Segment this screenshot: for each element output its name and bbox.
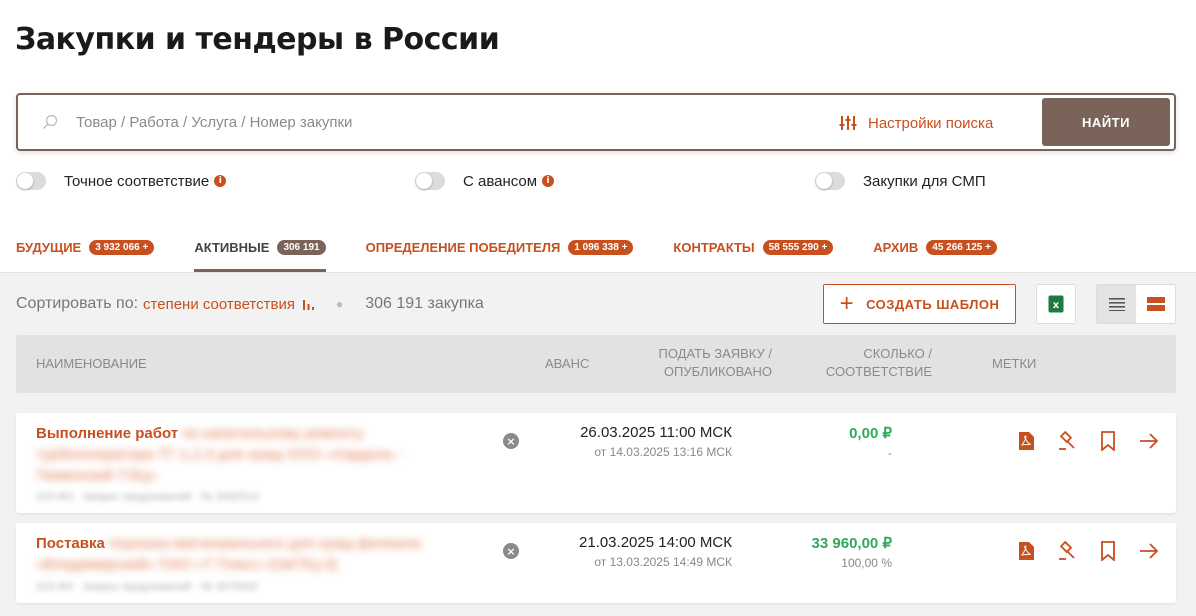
deadline: 26.03.2025 11:00 МСК bbox=[580, 424, 732, 441]
table-row[interactable]: Выполнение работ по капитальному ремонту… bbox=[16, 413, 1176, 513]
pdf-icon[interactable] bbox=[1016, 541, 1036, 561]
toggle-switch[interactable] bbox=[815, 172, 845, 190]
toggle-exact-match[interactable]: Точное соответствие i bbox=[16, 172, 227, 190]
sliders-icon bbox=[839, 116, 857, 130]
toggle-label: С авансом bbox=[463, 172, 538, 190]
toggle-switch[interactable] bbox=[415, 172, 445, 190]
search-bar: Настройки поиска НАЙТИ bbox=[16, 93, 1176, 151]
column-header-name[interactable]: НАИМЕНОВАНИЕ bbox=[36, 355, 147, 373]
price: 0,00 ₽ bbox=[849, 425, 892, 442]
count-badge: 3 932 066 + bbox=[89, 239, 155, 255]
toggle-advance[interactable]: С авансом i bbox=[415, 172, 555, 190]
arrow-right-icon[interactable] bbox=[1139, 541, 1159, 561]
match-percent: 100,00 % bbox=[841, 556, 892, 570]
tender-dates: 26.03.2025 11:00 МСК от 14.03.2025 13:16… bbox=[580, 424, 732, 459]
excel-icon: x bbox=[1048, 295, 1064, 313]
published-date: от 13.03.2025 14:49 МСК bbox=[594, 555, 732, 569]
info-icon[interactable]: i bbox=[214, 175, 227, 187]
separator-dot: ● bbox=[335, 297, 344, 311]
gavel-icon[interactable] bbox=[1057, 541, 1077, 561]
tender-title-visible: Поставка bbox=[36, 535, 105, 552]
sort-row: Сортировать по: степени соответствия ● 3… bbox=[16, 295, 484, 313]
create-template-button[interactable]: + СОЗДАТЬ ШАБЛОН bbox=[823, 284, 1016, 324]
tab-label: БУДУЩИЕ bbox=[16, 239, 82, 255]
tender-amount: 33 960,00 ₽ 100,00 % bbox=[812, 534, 892, 570]
search-settings-link[interactable]: Настройки поиска bbox=[838, 113, 993, 133]
no-advance-icon: × bbox=[503, 433, 519, 449]
sort-dropdown[interactable]: степени соответствия bbox=[143, 296, 314, 313]
results-area: Сортировать по: степени соответствия ● 3… bbox=[0, 272, 1196, 616]
arrow-right-icon[interactable] bbox=[1139, 431, 1159, 451]
published-date: от 14.03.2025 13:16 МСК bbox=[594, 445, 732, 459]
count-badge: 1 096 338 + bbox=[568, 239, 634, 255]
tab-active[interactable]: АКТИВНЫЕ 306 191 bbox=[194, 232, 326, 272]
search-settings-label: Настройки поиска bbox=[868, 114, 994, 132]
tender-title-visible: Выполнение работ bbox=[36, 425, 179, 442]
count-badge: 58 555 290 + bbox=[762, 239, 834, 255]
search-icon bbox=[43, 114, 58, 129]
tab-archive[interactable]: АРХИВ 45 266 125 + bbox=[873, 232, 997, 262]
column-header-amount[interactable]: СКОЛЬКО / СООТВЕТСТВИЕ bbox=[826, 345, 932, 381]
match-percent: - bbox=[888, 446, 892, 460]
tab-contracts[interactable]: КОНТРАКТЫ 58 555 290 + bbox=[673, 232, 834, 262]
tab-label: АКТИВНЫЕ bbox=[194, 239, 270, 255]
column-header-submit-line1: ПОДАТЬ ЗАЯВКУ / bbox=[658, 346, 773, 361]
toggle-switch[interactable] bbox=[16, 172, 46, 190]
no-advance-icon: × bbox=[503, 543, 519, 559]
svg-text:x: x bbox=[1053, 300, 1060, 311]
table-header: НАИМЕНОВАНИЕ АВАНС ПОДАТЬ ЗАЯВКУ / ОПУБЛ… bbox=[16, 335, 1176, 393]
sort-value: степени соответствия bbox=[143, 295, 295, 313]
list-icon bbox=[1108, 298, 1125, 311]
toggle-label: Точное соответствие bbox=[64, 172, 210, 190]
tender-dates: 21.03.2025 14:00 МСК от 13.03.2025 14:49… bbox=[579, 534, 732, 569]
view-toggle bbox=[1096, 284, 1176, 324]
status-tabs: БУДУЩИЕ 3 932 066 + АКТИВНЫЕ 306 191 ОПР… bbox=[16, 232, 1037, 272]
tender-title[interactable]: Выполнение работ по капитальному ремонту… bbox=[36, 423, 466, 486]
gavel-icon[interactable] bbox=[1057, 431, 1077, 451]
tab-winner-determination[interactable]: ОПРЕДЕЛЕНИЕ ПОБЕДИТЕЛЯ 1 096 338 + bbox=[366, 232, 634, 262]
count-badge: 306 191 bbox=[277, 239, 326, 255]
pdf-icon[interactable] bbox=[1016, 431, 1036, 451]
table-row[interactable]: Поставка порошка магнезиального для нужд… bbox=[16, 523, 1176, 603]
sort-bars-icon bbox=[302, 300, 314, 310]
search-input[interactable] bbox=[76, 107, 676, 137]
column-header-submit[interactable]: ПОДАТЬ ЗАЯВКУ / ОПУБЛИКОВАНО bbox=[659, 345, 773, 381]
tender-title[interactable]: Поставка порошка магнезиального для нужд… bbox=[36, 533, 466, 575]
deadline: 21.03.2025 14:00 МСК bbox=[578, 534, 732, 551]
tab-label: АРХИВ bbox=[873, 239, 919, 255]
tender-meta: 223-ФЗ · Запрос предложений · № 3075932 bbox=[36, 581, 259, 593]
toggle-smp[interactable]: Закупки для СМП bbox=[815, 172, 986, 190]
card-view-button[interactable] bbox=[1136, 285, 1175, 323]
toggle-label: Закупки для СМП bbox=[863, 172, 986, 190]
bookmark-icon[interactable] bbox=[1098, 541, 1118, 561]
find-button[interactable]: НАЙТИ bbox=[1042, 98, 1170, 146]
bookmark-icon[interactable] bbox=[1098, 431, 1118, 451]
count-badge: 45 266 125 + bbox=[926, 239, 997, 255]
price: 33 960,00 ₽ bbox=[811, 535, 892, 552]
column-header-advance: АВАНС bbox=[545, 356, 590, 371]
column-header-submit-line2: ОПУБЛИКОВАНО bbox=[663, 364, 772, 379]
tab-future[interactable]: БУДУЩИЕ 3 932 066 + bbox=[16, 232, 155, 262]
tender-meta: 223-ФЗ · Запрос предложений · № 3082514 bbox=[36, 491, 259, 503]
row-actions bbox=[1016, 431, 1159, 451]
plus-icon: + bbox=[839, 290, 855, 317]
excel-export-button[interactable]: x bbox=[1036, 284, 1076, 324]
column-header-amount-line1: СКОЛЬКО / bbox=[863, 346, 932, 361]
row-actions bbox=[1016, 541, 1159, 561]
sort-label: Сортировать по: bbox=[16, 295, 139, 312]
tender-amount: 0,00 ₽ - bbox=[849, 424, 892, 460]
result-count: 306 191 закупка bbox=[365, 295, 484, 312]
page-title: Закупки и тендеры в России bbox=[15, 22, 500, 57]
tab-label: КОНТРАКТЫ bbox=[673, 239, 755, 255]
info-icon[interactable]: i bbox=[542, 175, 555, 187]
column-header-amount-line2: СООТВЕТСТВИЕ bbox=[825, 364, 932, 379]
column-header-tags: МЕТКИ bbox=[992, 356, 1037, 371]
cards-icon bbox=[1146, 297, 1165, 311]
list-view-button[interactable] bbox=[1097, 285, 1136, 323]
tab-label: ОПРЕДЕЛЕНИЕ ПОБЕДИТЕЛЯ bbox=[365, 239, 561, 255]
create-template-label: СОЗДАТЬ ШАБЛОН bbox=[866, 296, 1000, 312]
